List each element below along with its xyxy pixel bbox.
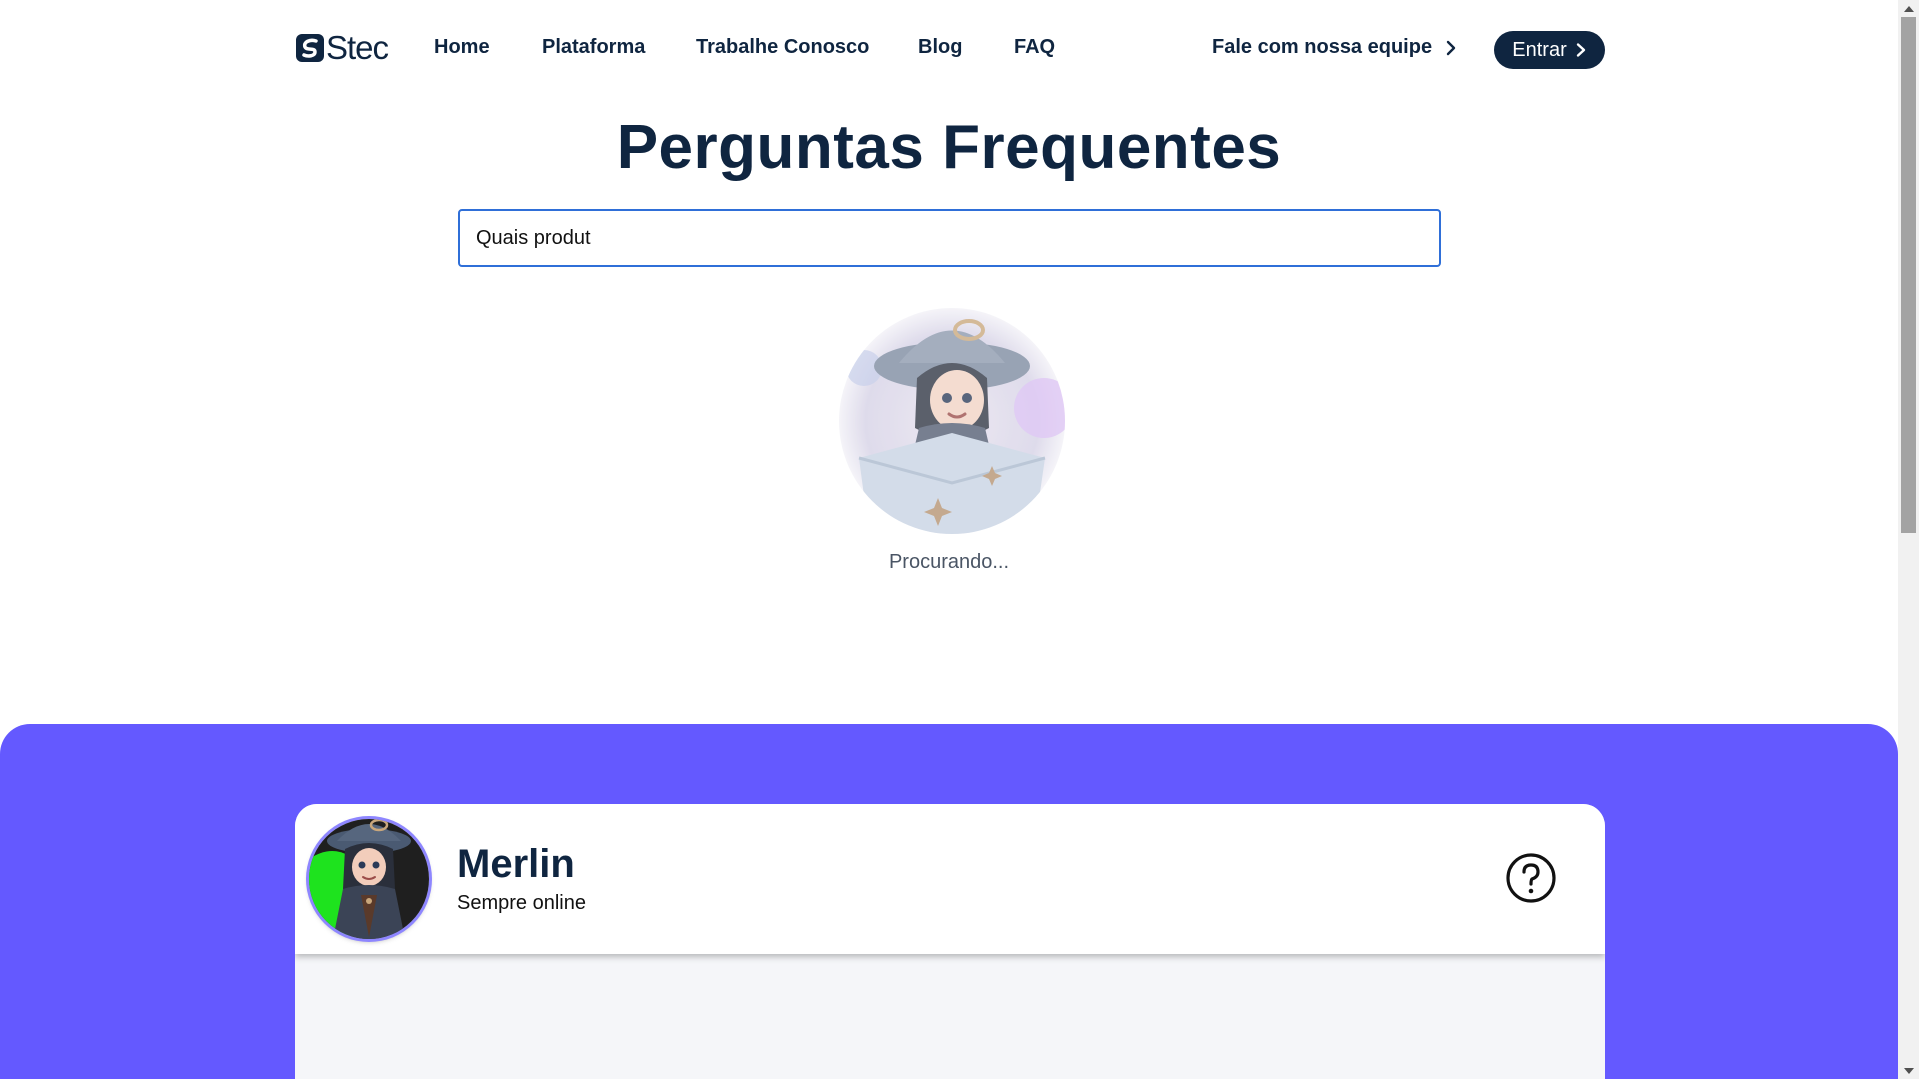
logo-text: Stec <box>326 29 389 66</box>
page-scrollbar[interactable] <box>1898 0 1919 1079</box>
nav-plataforma[interactable]: Plataforma <box>542 36 645 59</box>
chat-widget: Merlin Sempre online <box>295 804 1605 1079</box>
bot-avatar <box>309 819 429 939</box>
login-button[interactable]: Entrar <box>1494 31 1605 69</box>
bot-name: Merlin <box>457 842 575 886</box>
page: Stec Home Plataforma Trabalhe Conosco Bl… <box>0 0 1898 1079</box>
scrollbar-thumb[interactable] <box>1901 17 1916 533</box>
wizard-avatar <box>839 308 1065 534</box>
chevron-right-icon <box>1576 43 1585 57</box>
page-title: Perguntas Frequentes <box>616 113 1282 182</box>
nav-home[interactable]: Home <box>434 36 490 59</box>
loading-wizard-avatar <box>839 308 1065 534</box>
chevron-right-icon <box>1446 40 1456 55</box>
faq-search-box[interactable] <box>458 209 1441 267</box>
search-status-text: Procurando... <box>888 551 1010 573</box>
logo-icon <box>296 34 324 62</box>
stec-logo[interactable]: Stec <box>295 29 389 66</box>
scroll-up-arrow-icon[interactable] <box>1898 0 1919 17</box>
wizard-avatar <box>309 819 429 939</box>
bot-status: Sempre online <box>457 892 586 914</box>
chat-header: Merlin Sempre online <box>295 804 1605 954</box>
contact-team-link[interactable]: Fale com nossa equipe <box>1212 36 1458 59</box>
contact-team-label: Fale com nossa equipe <box>1212 36 1433 58</box>
nav-trabalhe-conosco[interactable]: Trabalhe Conosco <box>696 36 869 59</box>
nav-blog[interactable]: Blog <box>918 36 962 59</box>
faq-search-input[interactable] <box>460 226 1439 250</box>
help-circle-icon[interactable] <box>1505 852 1557 904</box>
nav-faq[interactable]: FAQ <box>1014 36 1055 59</box>
login-label: Entrar <box>1512 38 1567 61</box>
scroll-down-arrow-icon[interactable] <box>1898 1062 1919 1079</box>
top-nav: Stec Home Plataforma Trabalhe Conosco Bl… <box>0 0 1898 100</box>
